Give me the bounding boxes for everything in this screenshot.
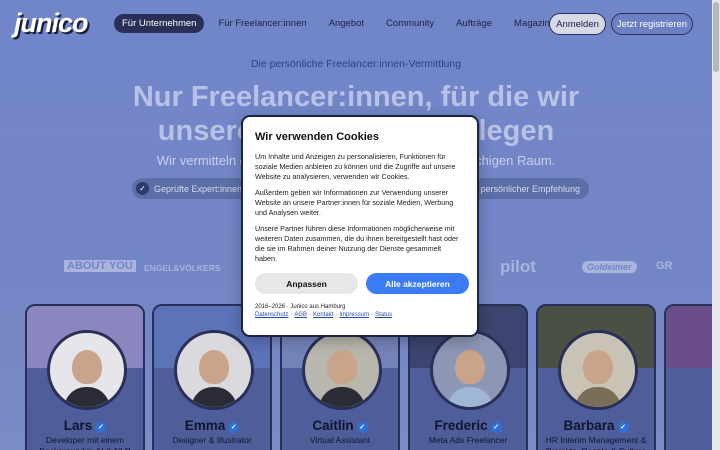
link-impressum[interactable]: Impressum: [339, 312, 369, 318]
cookie-paragraph-3: Unsere Partner führen diese Informatione…: [255, 224, 459, 263]
cookie-footer-copyright: 2016–2026 · Junico aus Hamburg: [255, 304, 346, 310]
cookie-consent-dialog: Wir verwenden Cookies Um Inhalte und Anz…: [241, 115, 479, 337]
cookie-paragraph-1: Um Inhalte und Anzeigen zu personalisier…: [255, 152, 456, 181]
page-scrollbar[interactable]: [712, 0, 720, 450]
cookie-footer-links: Datenschutz · AGB · Kontakt · Impressum · Status: [255, 312, 393, 318]
scrollbar-thumb[interactable]: [713, 2, 719, 72]
adjust-cookies-button[interactable]: Anpassen: [255, 273, 358, 294]
accept-all-cookies-button[interactable]: Alle akzeptieren: [366, 273, 469, 294]
link-kontakt[interactable]: Kontakt: [313, 312, 333, 318]
cookie-paragraph-2: Außerdem geben wir Informationen zur Ver…: [255, 188, 454, 217]
link-agb[interactable]: AGB: [294, 312, 307, 318]
link-datenschutz[interactable]: Datenschutz: [255, 312, 288, 318]
link-status[interactable]: Status: [375, 312, 392, 318]
cookie-dialog-title: Wir verwenden Cookies: [255, 131, 379, 143]
cookie-buttons: Anpassen Alle akzeptieren: [255, 273, 469, 295]
